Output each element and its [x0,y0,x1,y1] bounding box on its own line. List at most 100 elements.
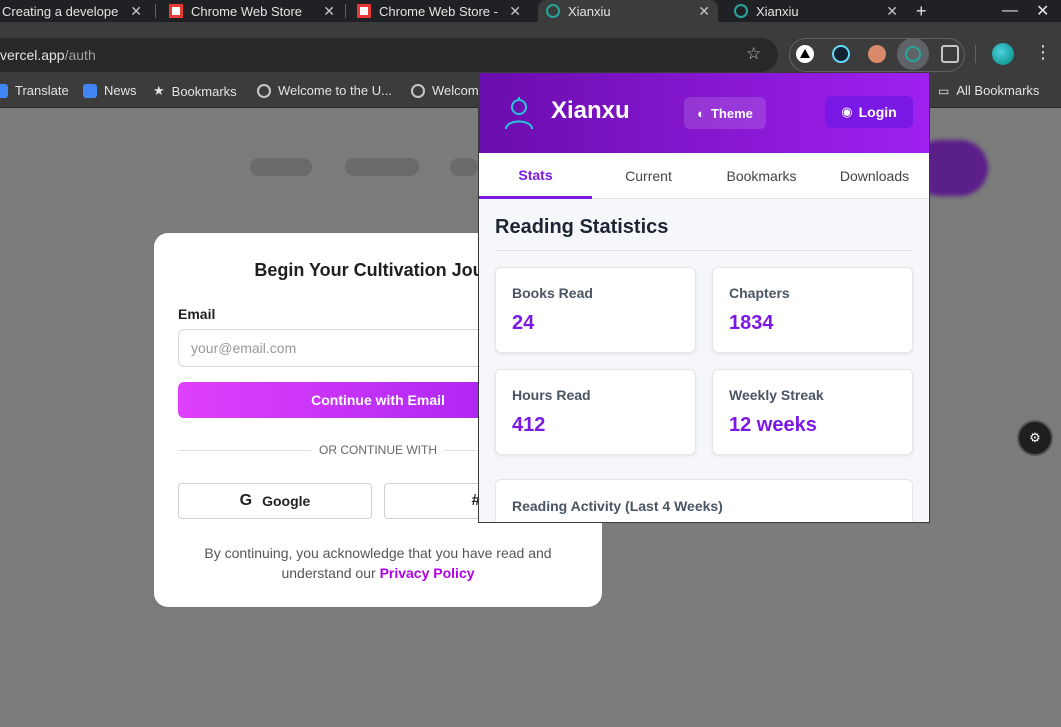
browser-tab[interactable]: Chrome Web Store ✕ [161,0,343,22]
stat-label: Chapters [729,285,790,301]
login-button-label: Login [858,104,897,120]
tab-title: Chrome Web Store [191,3,303,19]
tab-separator [345,4,346,18]
bookmark-news[interactable]: News [83,83,137,98]
tab-bookmarks[interactable]: Bookmarks [705,153,818,199]
xianxiu-favicon-icon [546,4,560,18]
theme-button-label: Theme [710,105,753,121]
reading-activity-card: Reading Activity (Last 4 Weeks) [495,479,913,522]
bookmark-label: All Bookmarks [956,83,1040,98]
bookmark-label: Welcome to the U... [278,83,392,98]
browser-tab[interactable]: Creating a develope ✕ [0,0,150,22]
url-path: /auth [64,47,96,63]
bookmark-bookmarks[interactable]: ★ Bookmarks [153,83,237,99]
browser-tab[interactable]: Xianxiu ✕ [726,0,906,22]
stat-value: 1834 [729,312,774,334]
new-tab-button[interactable]: + [916,1,927,22]
address-bar[interactable]: vercel.app/auth [0,38,778,72]
browser-tab[interactable]: Chrome Web Store - ✕ [349,0,529,22]
close-icon[interactable]: ✕ [509,3,521,20]
bookmark-welcome-2[interactable]: Welcom [411,83,479,98]
stat-card-books-read: Books Read 24 [495,267,696,353]
stats-panel: Reading Statistics Books Read 24 Chapter… [479,199,929,522]
palette-icon: ◐ [697,105,705,121]
toolbar-separator [975,45,976,63]
blurred-nav-item [345,158,419,176]
cultivator-logo-icon [505,97,533,130]
privacy-disclaimer: By continuing, you acknowledge that you … [184,543,572,583]
section-divider [495,250,913,251]
tab-strip: Creating a develope ✕ Chrome Web Store ✕… [0,0,1061,22]
email-label: Email [178,306,216,322]
extensions-puzzle-icon[interactable] [941,45,959,63]
url-host: vercel.app [0,47,65,63]
stat-value: 12 weeks [729,414,817,436]
close-icon[interactable]: ✕ [130,3,142,20]
stat-label: Weekly Streak [729,387,824,403]
chrome-web-store-icon [169,4,183,18]
react-devtools-icon[interactable] [832,45,850,63]
bookmark-label: Translate [15,83,69,98]
browser-tab-active[interactable]: Xianxiu ✕ [538,0,718,22]
popup-tabs: Stats Current Bookmarks Downloads [479,153,929,199]
close-icon[interactable]: ✕ [698,3,710,20]
stat-label: Hours Read [512,387,591,403]
bookmark-all-bookmarks[interactable]: ▭ All Bookmarks [938,83,1039,98]
stat-value: 24 [512,312,535,334]
globe-icon [257,83,271,98]
profile-avatar[interactable] [992,43,1014,65]
toolbar-top [0,22,1061,36]
folder-icon: ▭ [938,83,950,98]
tab-title: Xianxiu [568,3,611,19]
bookmark-translate[interactable]: Translate [0,83,69,98]
tab-title: Chrome Web Store - [379,3,498,19]
login-button[interactable]: ◉ Login [825,96,913,128]
xianxiu-favicon-icon [734,4,748,18]
tab-separator [155,4,156,18]
stat-value: 412 [512,414,546,436]
section-title: Reading Statistics [495,216,669,238]
theme-button[interactable]: ◐ Theme [684,97,766,129]
google-sign-in-button[interactable]: G Google [178,483,372,519]
blurred-nav-item [450,158,478,176]
menu-kebab-icon[interactable]: ⋮ [1034,42,1052,63]
google-button-label: Google [262,493,311,509]
tab-current[interactable]: Current [592,153,705,199]
extension-face-icon[interactable] [868,45,886,63]
close-icon[interactable]: ✕ [886,3,898,20]
minimize-button[interactable]: — [1002,2,1018,20]
close-icon[interactable]: ✕ [323,3,335,20]
user-circle-icon: ◉ [841,104,853,119]
bookmark-welcome[interactable]: Welcome to the U... [257,83,392,98]
xianxu-extension-button[interactable] [897,38,929,70]
stat-card-chapters: Chapters 1834 [712,267,913,353]
popup-app-name: Xianxu [551,97,630,124]
close-window-button[interactable]: ✕ [1036,1,1049,21]
disclaimer-text: By continuing, you acknowledge that you … [204,545,552,581]
extension-popup: Xianxu ◐ Theme ◉ Login Stats Current Boo… [478,72,930,523]
bookmark-label: News [104,83,137,98]
translate-icon [0,83,8,98]
popup-header: Xianxu ◐ Theme ◉ Login [479,73,929,153]
stat-card-weekly-streak: Weekly Streak 12 weeks [712,369,913,455]
extension-triangle-icon[interactable] [796,45,814,63]
bookmark-star-icon[interactable]: ☆ [746,44,761,64]
tab-stats[interactable]: Stats [479,153,592,199]
blurred-nav-item [250,158,312,176]
toggle-list-icon: ⚙ [1029,430,1041,445]
news-icon [83,83,97,98]
stat-card-hours-read: Hours Read 412 [495,369,696,455]
privacy-policy-link[interactable]: Privacy Policy [380,565,475,581]
activity-title: Reading Activity (Last 4 Weeks) [512,498,723,514]
tab-downloads[interactable]: Downloads [818,153,929,199]
stat-label: Books Read [512,285,593,301]
bookmark-label: Welcom [432,83,479,98]
star-icon: ★ [153,83,165,98]
floating-toggle-button[interactable]: ⚙ [1017,420,1053,456]
tab-title: Creating a develope [2,3,119,19]
tab-title: Xianxiu [756,3,799,19]
bookmark-label: Bookmarks [171,83,237,99]
google-icon: G [239,492,253,509]
chrome-web-store-icon [357,4,371,18]
globe-icon [411,83,425,98]
